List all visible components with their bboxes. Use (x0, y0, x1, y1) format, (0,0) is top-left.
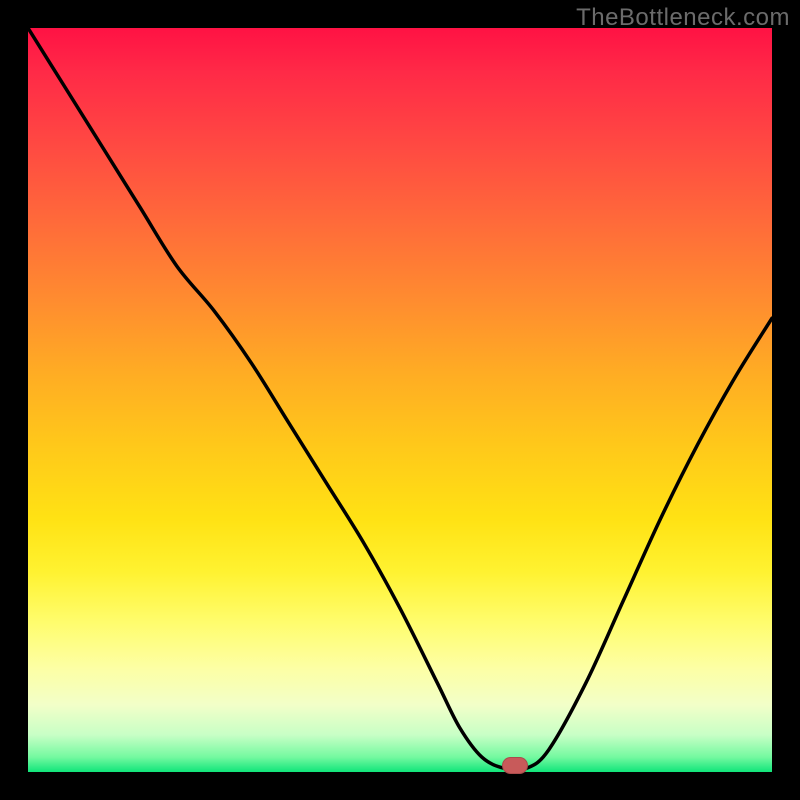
optimal-point-marker (502, 757, 528, 774)
bottleneck-curve (28, 28, 772, 772)
watermark-text: TheBottleneck.com (576, 4, 790, 32)
plot-area (28, 28, 772, 772)
chart-frame: TheBottleneck.com (0, 0, 800, 800)
